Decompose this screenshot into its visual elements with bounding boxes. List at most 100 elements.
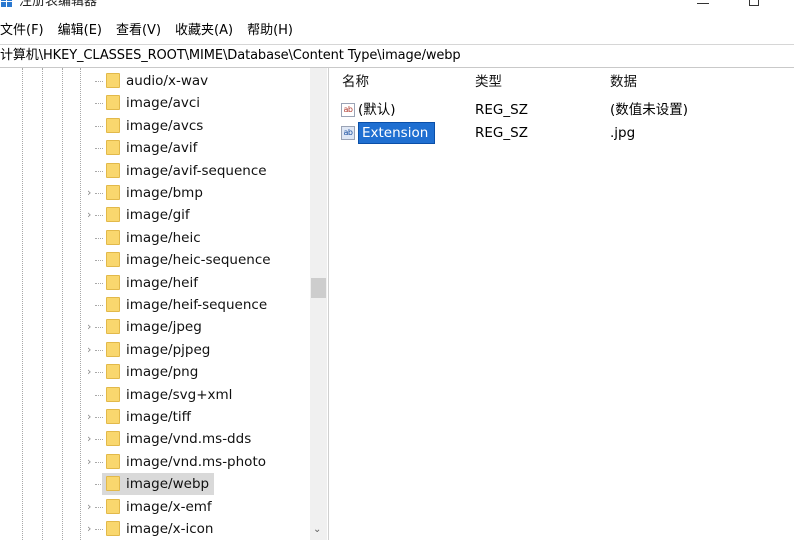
tree-item-label: image/heif-sequence — [126, 297, 268, 313]
tree-connector-line — [95, 282, 103, 284]
tree-item-label: image/avif-sequence — [126, 162, 267, 179]
value-type: REG_SZ — [475, 125, 528, 141]
scrollbar-thumb[interactable] — [311, 278, 326, 298]
tree-item[interactable]: image/heif-sequence — [0, 294, 310, 316]
tree-item-label: image/avci — [126, 95, 201, 112]
tree-item-label: image/pjpeg — [126, 341, 211, 358]
tree-item[interactable]: image/svg+xml — [0, 384, 310, 406]
tree-item[interactable]: › image/gif — [0, 204, 310, 226]
expand-chevron-icon[interactable]: › — [87, 343, 91, 356]
expand-chevron-icon[interactable]: › — [87, 523, 91, 535]
tree-item[interactable]: › image/x-emf — [0, 496, 310, 518]
tree-item[interactable]: image/avci — [0, 92, 310, 114]
tree-item[interactable]: › image/vnd.ms-photo — [0, 451, 310, 473]
tree-connector-line — [95, 148, 103, 150]
value-data: (数值未设置) — [610, 102, 689, 118]
folder-icon — [106, 364, 120, 380]
tree-item[interactable]: › image/x-icon — [0, 518, 310, 540]
tree-item[interactable]: image/avcs — [0, 115, 310, 137]
folder-icon — [106, 341, 120, 357]
tree-item[interactable]: audio/x-wav — [0, 70, 310, 92]
menu-view[interactable]: 查看(V) — [116, 20, 161, 42]
expand-chevron-icon[interactable]: › — [87, 433, 91, 445]
expand-chevron-icon[interactable]: › — [87, 209, 91, 221]
folder-icon — [106, 252, 120, 268]
tree-item[interactable]: › image/png — [0, 361, 310, 383]
expand-chevron-icon[interactable]: › — [87, 455, 91, 468]
tree-connector-line — [95, 305, 103, 306]
value-row[interactable]: ab Extension REG_SZ .jpg — [333, 122, 794, 144]
tree-item[interactable]: image/avif-sequence — [0, 160, 310, 182]
tree-item[interactable]: image/heif — [0, 272, 310, 294]
tree-item-label: image/png — [126, 364, 199, 381]
folder-icon — [106, 185, 120, 200]
column-header-data[interactable]: 数据 — [610, 72, 637, 92]
folder-icon — [106, 229, 120, 245]
folder-icon — [106, 431, 120, 447]
values-pane: 名称 类型 数据 ab (默认) REG_SZ (数值未设置) ab Extension R… — [333, 68, 794, 540]
regedit-app-icon — [1, 0, 12, 7]
tree-connector-line — [95, 439, 103, 441]
menu-file[interactable]: 文件(F) — [0, 20, 44, 42]
tree-connector-line — [95, 461, 103, 463]
folder-icon — [106, 274, 120, 290]
folder-icon — [106, 409, 120, 424]
value-row[interactable]: ab (默认) REG_SZ (数值未设置) — [333, 99, 794, 121]
menu-help[interactable]: 帮助(H) — [247, 20, 293, 42]
value-name-edit-field[interactable]: Extension — [358, 122, 436, 144]
expand-chevron-icon[interactable]: › — [87, 366, 91, 378]
tree-item-label: image/svg+xml — [126, 386, 233, 403]
tree-item[interactable]: › image/vnd.ms-dds — [0, 428, 310, 450]
tree-connector-line — [95, 372, 103, 374]
tree-item-label: image/avcs — [126, 117, 204, 134]
expand-chevron-icon[interactable]: › — [87, 321, 91, 333]
title-bar: 注册表编辑器 — [0, 0, 794, 12]
folder-icon — [106, 117, 120, 133]
window-title: 注册表编辑器 — [19, 0, 98, 9]
key-tree: audio/x-wav image/avci image/avcs image/avi… — [0, 68, 328, 540]
tree-item-label: image/heic-sequence — [126, 252, 271, 269]
tree-item[interactable]: image/avif — [0, 137, 310, 159]
tree-item[interactable]: › image/pjpeg — [0, 339, 310, 361]
folder-icon — [106, 73, 120, 88]
tree-connector-line — [95, 327, 103, 329]
tree-item[interactable]: › image/jpeg — [0, 316, 310, 338]
tree-item-label: image/tiff — [126, 409, 191, 425]
address-bar[interactable]: 计算机\HKEY_CLASSES_ROOT\MIME\Database\Cont… — [0, 44, 794, 68]
column-header-type[interactable]: 类型 — [475, 72, 502, 92]
folder-icon — [106, 207, 120, 223]
menu-favorites[interactable]: 收藏夹(A) — [175, 20, 233, 42]
tree-connector-line — [95, 529, 103, 530]
folder-icon — [106, 162, 120, 178]
tree-item[interactable]: image/heic-sequence — [0, 249, 310, 271]
tree-connector-line — [95, 215, 103, 217]
tree-connector-line — [95, 394, 103, 396]
string-value-icon: ab — [341, 126, 355, 140]
column-header-name[interactable]: 名称 — [342, 72, 369, 92]
menu-edit[interactable]: 编辑(E) — [58, 20, 102, 42]
scroll-down-icon[interactable]: ⌄ — [313, 524, 321, 536]
tree-item[interactable]: image/webp — [0, 473, 310, 496]
tree-item-label: image/x-icon — [126, 521, 214, 537]
tree-item[interactable]: › image/tiff — [0, 406, 310, 428]
expand-chevron-icon[interactable]: › — [87, 500, 91, 513]
value-data: .jpg — [610, 125, 636, 141]
tree-item[interactable]: image/heic — [0, 227, 310, 249]
expand-chevron-icon[interactable]: › — [87, 411, 91, 423]
minimize-icon[interactable] — [697, 3, 709, 4]
tree-item[interactable]: › image/bmp — [0, 182, 310, 204]
tree-item-label: image/gif — [126, 207, 190, 224]
maximize-icon[interactable] — [749, 0, 759, 6]
value-type: REG_SZ — [475, 102, 528, 118]
tree-connector-line — [95, 417, 103, 418]
folder-icon — [106, 297, 120, 312]
tree-connector-line — [95, 237, 103, 239]
address-path[interactable]: 计算机\HKEY_CLASSES_ROOT\MIME\Database\Cont… — [0, 45, 461, 67]
tree-connector-line — [95, 103, 103, 105]
tree-item-label: image/jpeg — [126, 319, 202, 336]
expand-chevron-icon[interactable]: › — [87, 187, 91, 199]
tree-item-label: image/heif — [126, 274, 198, 291]
tree-connector-line — [95, 506, 103, 508]
tree-scrollbar[interactable]: ⌄ — [310, 68, 327, 540]
value-name: (默认) — [358, 102, 396, 118]
